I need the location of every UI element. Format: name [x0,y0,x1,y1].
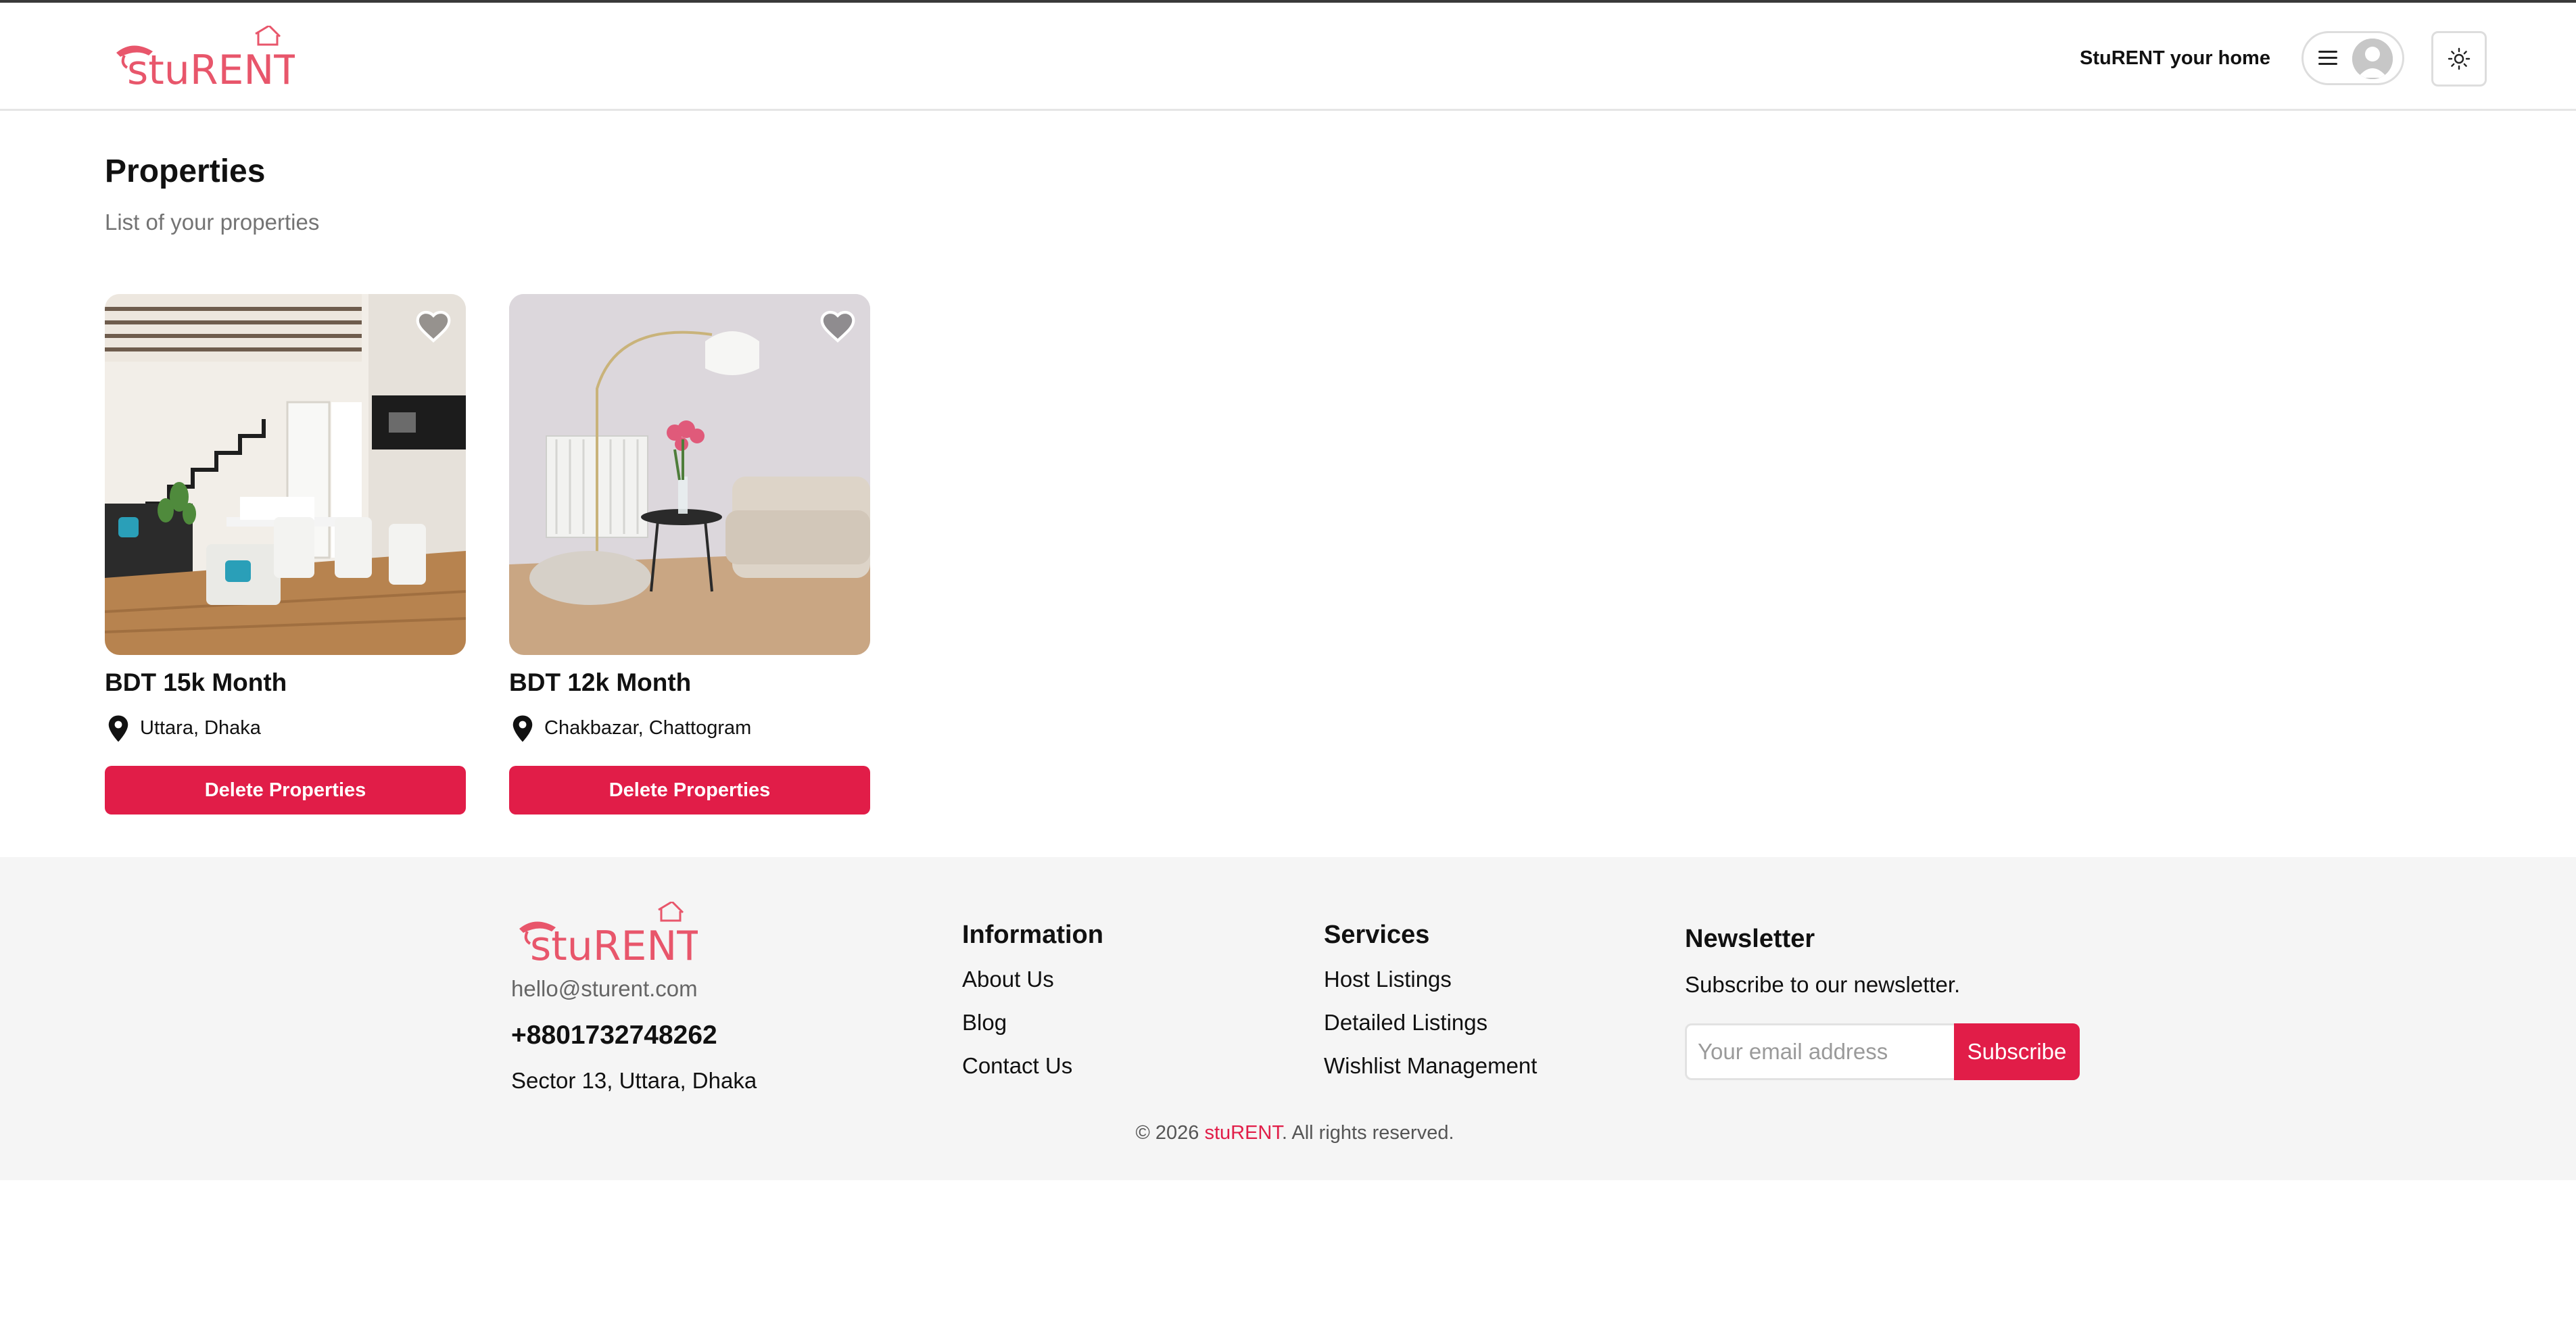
contact-us-link[interactable]: Contact Us [962,1053,1072,1079]
footer-logo[interactable]: stuRENT [515,902,698,967]
property-image[interactable] [509,294,870,655]
property-price: BDT 12k Month [509,668,692,696]
user-menu-button[interactable] [2301,31,2404,85]
sun-icon [2448,47,2471,70]
page-subtitle: List of your properties [105,210,320,235]
avatar-icon [2352,39,2393,79]
delete-property-button[interactable]: Delete Properties [105,766,466,815]
site-footer: stuRENT hello@sturent.com +8801732748262… [0,857,2576,1180]
copyright-brand[interactable]: stuRENT [1204,1122,1281,1144]
property-image[interactable] [105,294,466,655]
newsletter-heading: Newsletter [1685,925,1815,953]
sturent-logo[interactable]: stuRENT [112,26,295,91]
logo-text: stuRENT [127,47,295,91]
detailed-listings-link[interactable]: Detailed Listings [1324,1010,1487,1036]
page-title: Properties [105,153,266,189]
location-pin-icon [108,715,128,742]
information-heading: Information [962,921,1103,949]
services-heading: Services [1324,921,1430,949]
copyright: © 2026 stuRENT. All rights reserved. [0,1122,2576,1144]
property-location-text: Uttara, Dhaka [140,717,261,739]
heart-icon[interactable] [819,308,857,345]
property-price: BDT 15k Month [105,668,287,696]
footer-logo-text: stuRENT [530,923,698,967]
property-location-text: Chakbazar, Chattogram [544,717,752,739]
copyright-suffix: . All rights reserved. [1281,1122,1454,1144]
hamburger-icon [2318,51,2337,66]
wishlist-management-link[interactable]: Wishlist Management [1324,1053,1537,1079]
site-header: stuRENT StuRENT your home [0,3,2576,111]
blog-link[interactable]: Blog [962,1010,1007,1036]
about-us-link[interactable]: About Us [962,967,1054,992]
location-pin-icon [512,715,533,742]
footer-address: Sector 13, Uttara, Dhaka [511,1068,757,1093]
subscribe-button[interactable]: Subscribe [1954,1023,2080,1080]
host-listings-link[interactable]: Host Listings [1324,967,1452,992]
delete-property-button[interactable]: Delete Properties [509,766,870,815]
heart-icon[interactable] [414,308,452,345]
tagline-link[interactable]: StuRENT your home [2080,45,2270,72]
newsletter-text: Subscribe to our newsletter. [1685,972,1961,997]
footer-phone[interactable]: +8801732748262 [511,1021,717,1050]
theme-toggle-button[interactable] [2431,31,2487,87]
copyright-prefix: © 2026 [1135,1122,1205,1144]
newsletter-email-input[interactable] [1685,1023,1955,1080]
footer-email[interactable]: hello@sturent.com [511,976,698,1002]
